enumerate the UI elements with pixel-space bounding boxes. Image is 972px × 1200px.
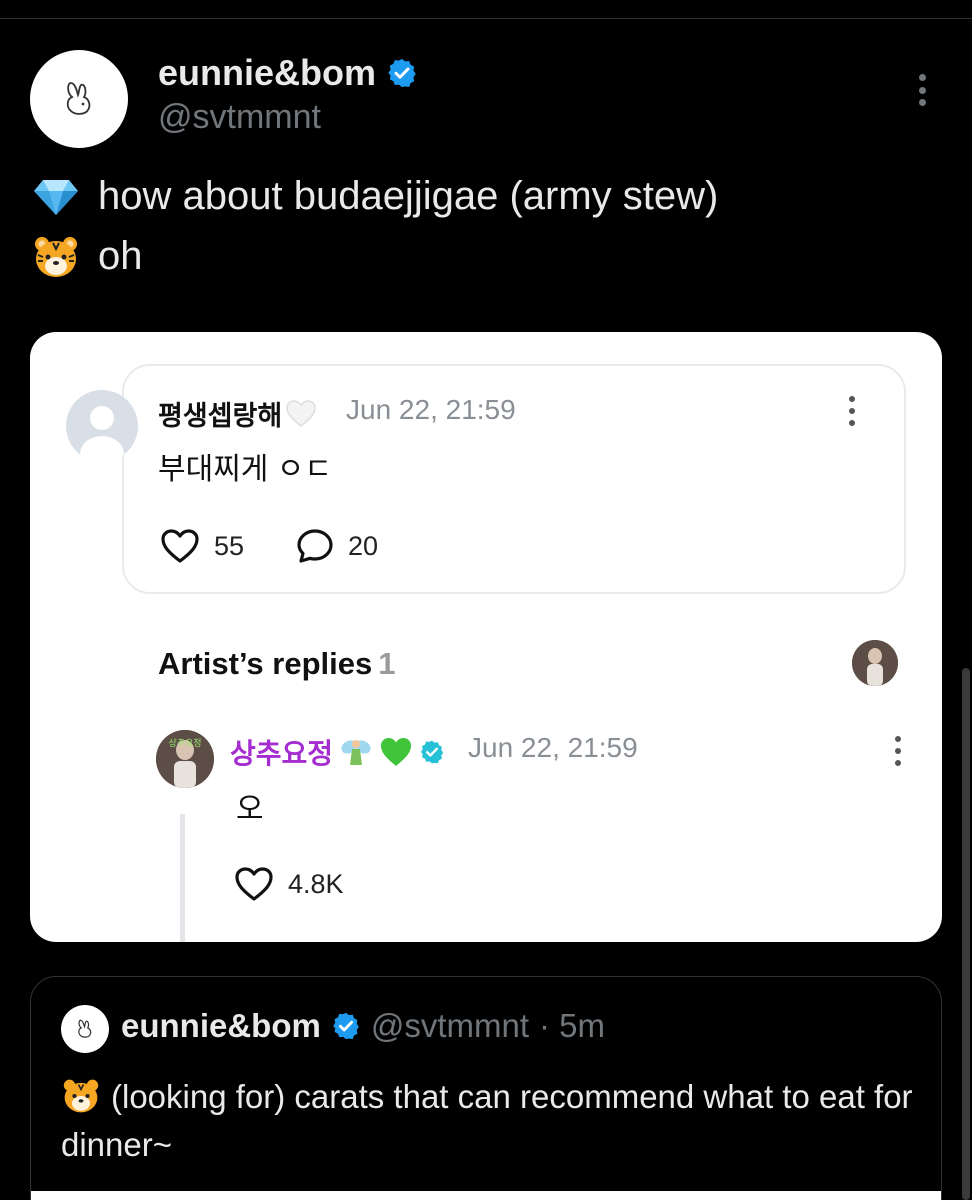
quoted-display-name: eunnie&bom xyxy=(121,1007,321,1044)
artist-verified-icon xyxy=(420,740,444,764)
reply-date: Jun 22, 21:59 xyxy=(468,732,638,763)
quoted-handle: @svtmmnt xyxy=(370,1007,530,1044)
quoted-avatar xyxy=(61,1005,109,1053)
more-options-icon[interactable] xyxy=(906,70,938,110)
white-heart-icon xyxy=(286,399,316,427)
svg-text:상추요정: 상추요정 xyxy=(168,738,201,749)
post-text-1: how about budaejjigae (army stew) xyxy=(98,174,719,218)
artist-avatar: 상추요정 xyxy=(156,730,214,788)
profile-avatar[interactable] xyxy=(30,50,128,148)
quoted-header: eunnie&bom @svtmmnt · 5m xyxy=(121,1007,605,1045)
quoted-tweet[interactable]: eunnie&bom @svtmmnt · 5m (looking for) c… xyxy=(30,976,942,1200)
comment-likes-count: 55 xyxy=(214,530,245,561)
commenter-name-text: 평생셉랑해 xyxy=(158,401,283,431)
rabbit-icon xyxy=(78,1019,92,1038)
artist-name-text: 상추요정 xyxy=(230,738,334,769)
comment-more-icon xyxy=(846,396,858,426)
artist-name: 상추요정 xyxy=(230,732,445,772)
comment-replies-count: 20 xyxy=(348,530,379,561)
rabbit-icon xyxy=(66,82,91,115)
artist-replies-title: Artist’s replies xyxy=(158,646,373,681)
reply-more-icon xyxy=(892,736,904,766)
quoted-text-block: (looking for) carats that can recommend … xyxy=(61,1073,921,1169)
verified-badge-icon xyxy=(332,1012,359,1040)
attached-image[interactable]: 평생셉랑해 Jun 22, 21:59 부대찌게 ㅇㄷ 55 20 Artist… xyxy=(30,332,942,942)
commenter-name: 평생셉랑해 xyxy=(158,394,316,433)
author-handle[interactable]: @svtmmnt xyxy=(158,98,321,137)
reply-likes-count: 4.8K xyxy=(288,868,344,899)
scrollbar[interactable] xyxy=(962,668,970,1200)
post-text-line-1: how about budaejjigae (army stew) xyxy=(32,174,718,219)
tiger-face-icon xyxy=(32,235,80,279)
quoted-text: (looking for) carats that can recommend … xyxy=(61,1078,913,1163)
post-text-line-2: oh xyxy=(32,234,143,279)
post-text-2: oh xyxy=(98,234,143,278)
tiger-face-icon xyxy=(61,1078,101,1113)
fairy-icon xyxy=(341,740,371,765)
comment-bubble-icon xyxy=(297,529,333,563)
reply-thread-line xyxy=(180,814,185,942)
artist-replies-count: 1 xyxy=(378,646,396,681)
author-name[interactable]: eunnie&bom xyxy=(158,52,418,94)
heart-outline-icon xyxy=(161,529,199,563)
green-heart-icon xyxy=(381,738,412,766)
comment-date: Jun 22, 21:59 xyxy=(346,394,516,425)
author-display-name[interactable]: eunnie&bom xyxy=(158,52,376,94)
comment-text: 부대찌게 ㅇㄷ xyxy=(158,453,332,486)
top-divider xyxy=(0,18,972,19)
artist-replies-header: Artist’s replies 1 xyxy=(158,646,395,682)
commenter-avatar xyxy=(66,390,138,462)
quoted-time: · 5m xyxy=(539,1007,606,1044)
artist-avatar-small xyxy=(852,640,898,686)
reply-text: 오 xyxy=(236,793,264,826)
quoted-media-preview xyxy=(31,1191,941,1200)
reply-likes: 4.8K xyxy=(234,866,344,902)
comment-likes: 55 xyxy=(160,528,244,564)
gem-icon xyxy=(32,175,80,219)
heart-outline-icon xyxy=(235,867,273,901)
comment-replies: 20 xyxy=(296,528,378,564)
verified-badge-icon xyxy=(388,59,416,87)
